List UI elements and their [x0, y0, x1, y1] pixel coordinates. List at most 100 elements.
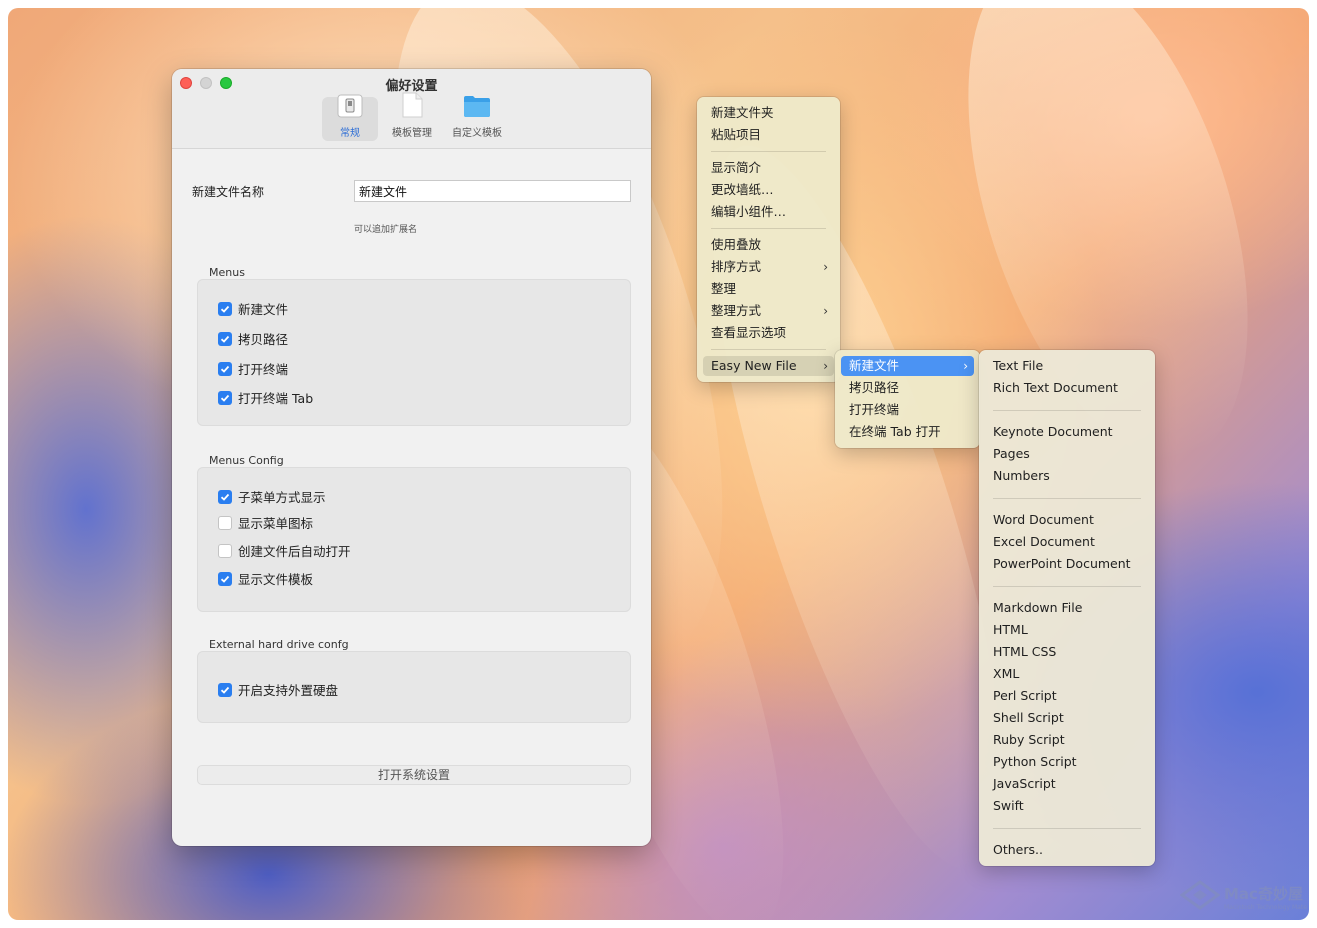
template-item-html[interactable]: HTML — [985, 620, 1149, 640]
menu-item-clean-up[interactable]: 整理 — [703, 279, 834, 299]
template-item-pages[interactable]: Pages — [985, 444, 1149, 464]
menu-separator — [711, 228, 826, 229]
tab-custom-templates[interactable]: 自定义模板 — [446, 94, 508, 141]
template-item-shell[interactable]: Shell Script — [985, 708, 1149, 728]
menu-item-label: 新建文件 — [849, 358, 900, 373]
checkbox-checked-icon — [218, 361, 232, 376]
menu-option-copy-path[interactable]: 拷贝路径 — [218, 329, 288, 348]
menu-item-label: Easy New File — [711, 358, 797, 373]
watermark-logo: Mac奇妙屋 Macintosh Technology Mate — [1179, 880, 1307, 914]
tab-custom-templates-label: 自定义模板 — [452, 128, 502, 139]
menu-separator — [993, 828, 1141, 829]
file-name-hint: 可以追加扩展名 — [354, 225, 418, 235]
file-name-input[interactable] — [354, 180, 631, 202]
finder-context-menu: 新建文件夹 粘贴项目 显示简介 更改墙纸… 编辑小组件… 使用叠放 排序方式 ›… — [697, 97, 840, 382]
general-settings-icon — [337, 94, 363, 121]
preferences-window: 偏好设置 常规 模板管理 自定义模板 新建文件名称 新建文件 可以追加扩展名 M… — [172, 69, 651, 846]
tab-general[interactable]: 常规 — [322, 94, 378, 141]
template-item-swift[interactable]: Swift — [985, 796, 1149, 816]
menu-item-paste[interactable]: 粘贴项目 — [703, 125, 834, 145]
watermark-diamond-icon — [1179, 880, 1221, 914]
template-item-rich-text[interactable]: Rich Text Document — [985, 378, 1149, 398]
document-template-icon — [401, 92, 423, 121]
config-option-auto-open[interactable]: 创建文件后自动打开 — [218, 541, 351, 560]
template-item-excel[interactable]: Excel Document — [985, 532, 1149, 552]
chevron-right-icon: › — [963, 359, 968, 373]
option-label: 开启支持外置硬盘 — [238, 683, 339, 698]
template-item-xml[interactable]: XML — [985, 664, 1149, 684]
config-option-submenu[interactable]: 子菜单方式显示 — [218, 487, 326, 506]
checkbox-checked-icon — [218, 331, 232, 346]
template-item-perl[interactable]: Perl Script — [985, 686, 1149, 706]
tab-template-manager[interactable]: 模板管理 — [384, 92, 440, 141]
watermark-subtext: Macintosh Technology Mate — [1224, 904, 1307, 911]
chevron-right-icon: › — [823, 359, 828, 373]
checkbox-checked-icon — [218, 571, 232, 586]
checkbox-checked-icon — [218, 682, 232, 697]
checkbox-unchecked-icon — [218, 543, 232, 558]
submenu-item-open-terminal-tab[interactable]: 在终端 Tab 打开 — [841, 422, 974, 442]
menus-section-title: Menus — [209, 266, 245, 279]
menu-separator — [993, 410, 1141, 411]
external-group: 开启支持外置硬盘 — [197, 651, 631, 723]
template-item-keynote[interactable]: Keynote Document — [985, 422, 1149, 442]
submenu-item-new-file[interactable]: 新建文件 › — [841, 356, 974, 376]
template-item-numbers[interactable]: Numbers — [985, 466, 1149, 486]
menu-separator — [711, 151, 826, 152]
checkbox-checked-icon — [218, 489, 232, 504]
watermark-text: Mac奇妙屋 — [1224, 885, 1303, 903]
template-item-powerpoint[interactable]: PowerPoint Document — [985, 554, 1149, 574]
window-titlebar: 偏好设置 常规 模板管理 自定义模板 — [172, 69, 651, 149]
file-templates-submenu: Text File Rich Text Document Keynote Doc… — [979, 350, 1155, 866]
menu-option-open-terminal[interactable]: 打开终端 — [218, 359, 288, 378]
external-option-enable[interactable]: 开启支持外置硬盘 — [218, 680, 338, 699]
option-label: 打开终端 Tab — [238, 391, 314, 406]
menus-config-section-title: Menus Config — [209, 454, 284, 467]
option-label: 子菜单方式显示 — [238, 490, 326, 505]
menus-group: 新建文件 拷贝路径 打开终端 打开终端 Tab — [197, 279, 631, 426]
config-option-show-templates[interactable]: 显示文件模板 — [218, 569, 313, 588]
menu-item-clean-up-by[interactable]: 整理方式 › — [703, 301, 834, 321]
chevron-right-icon: › — [823, 260, 828, 274]
checkbox-checked-icon — [218, 301, 232, 316]
open-system-settings-button[interactable]: 打开系统设置 — [197, 765, 631, 785]
template-item-word[interactable]: Word Document — [985, 510, 1149, 530]
submenu-item-copy-path[interactable]: 拷贝路径 — [841, 378, 974, 398]
option-label: 显示菜单图标 — [238, 516, 314, 531]
folder-icon — [463, 94, 491, 121]
option-label: 显示文件模板 — [238, 572, 314, 587]
template-item-others[interactable]: Others.. — [985, 840, 1149, 860]
preferences-toolbar: 常规 模板管理 自定义模板 — [322, 92, 508, 141]
menu-item-label: 排序方式 — [711, 259, 762, 274]
template-item-javascript[interactable]: JavaScript — [985, 774, 1149, 794]
menu-item-easy-new-file[interactable]: Easy New File › — [703, 356, 834, 376]
easy-new-file-submenu: 新建文件 › 拷贝路径 打开终端 在终端 Tab 打开 — [835, 350, 980, 448]
menu-item-sort-by[interactable]: 排序方式 › — [703, 257, 834, 277]
file-name-label: 新建文件名称 — [192, 185, 265, 199]
checkbox-checked-icon — [218, 390, 232, 405]
template-item-html-css[interactable]: HTML CSS — [985, 642, 1149, 662]
menu-item-get-info[interactable]: 显示简介 — [703, 158, 834, 178]
menu-separator — [993, 498, 1141, 499]
template-item-text-file[interactable]: Text File — [985, 356, 1149, 376]
menu-item-use-stacks[interactable]: 使用叠放 — [703, 235, 834, 255]
option-label: 创建文件后自动打开 — [238, 544, 351, 559]
menu-separator — [711, 349, 826, 350]
menu-item-change-wallpaper[interactable]: 更改墙纸… — [703, 180, 834, 200]
menu-option-open-terminal-tab[interactable]: 打开终端 Tab — [218, 388, 313, 407]
option-label: 打开终端 — [238, 362, 289, 377]
external-section-title: External hard drive confg — [209, 638, 349, 651]
menu-item-view-options[interactable]: 查看显示选项 — [703, 323, 834, 343]
config-option-show-icons[interactable]: 显示菜单图标 — [218, 513, 313, 532]
template-item-markdown[interactable]: Markdown File — [985, 598, 1149, 618]
template-item-python[interactable]: Python Script — [985, 752, 1149, 772]
chevron-right-icon: › — [823, 304, 828, 318]
menu-separator — [993, 586, 1141, 587]
menu-item-new-folder[interactable]: 新建文件夹 — [703, 103, 834, 123]
menu-item-label: 整理方式 — [711, 303, 762, 318]
tab-template-manager-label: 模板管理 — [392, 128, 432, 139]
submenu-item-open-terminal[interactable]: 打开终端 — [841, 400, 974, 420]
menu-option-new-file[interactable]: 新建文件 — [218, 299, 288, 318]
template-item-ruby[interactable]: Ruby Script — [985, 730, 1149, 750]
menu-item-edit-widgets[interactable]: 编辑小组件… — [703, 202, 834, 222]
